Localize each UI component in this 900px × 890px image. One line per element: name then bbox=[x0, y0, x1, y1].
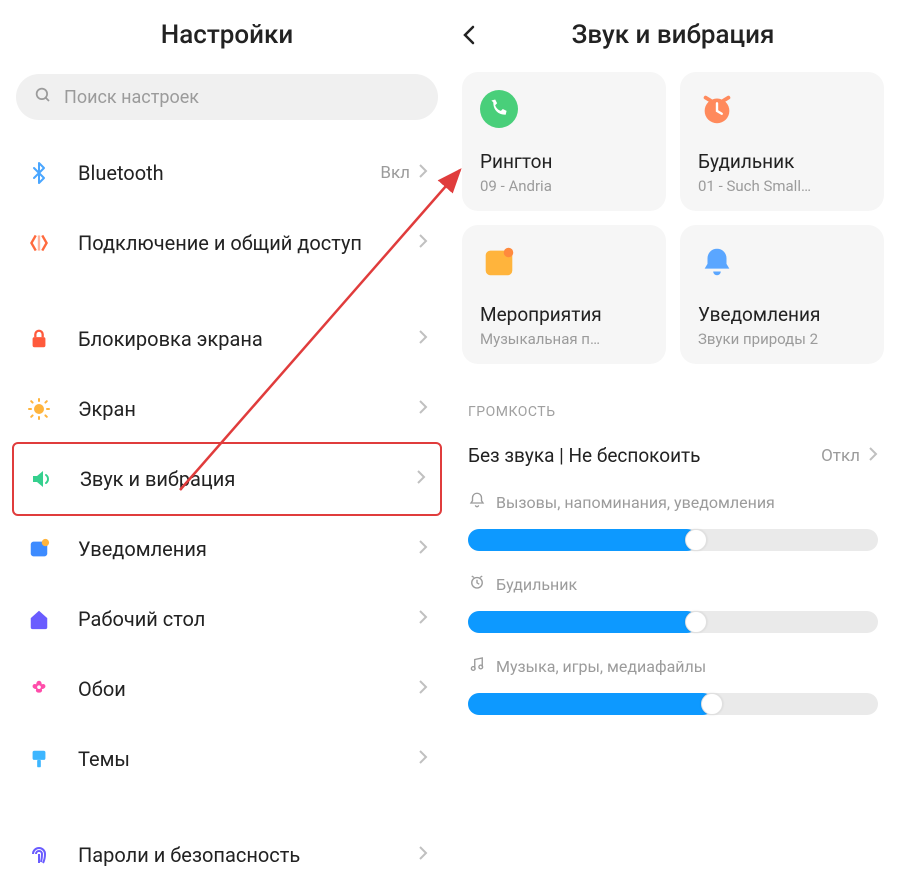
chevron-right-icon bbox=[418, 233, 428, 253]
page-title-sound: Звук и вибрация bbox=[496, 20, 850, 50]
volume-section-label: ГРОМКОСТЬ bbox=[458, 404, 888, 420]
card-subtitle: 09 - Andria bbox=[480, 177, 648, 195]
search-placeholder: Поиск настроек bbox=[64, 87, 199, 108]
volume-label: Вызовы, напоминания, уведомления bbox=[496, 493, 775, 512]
settings-item-lock-screen[interactable]: Блокировка экрана bbox=[12, 304, 442, 374]
lock-icon bbox=[22, 322, 56, 356]
volume-label: Музыка, игры, медиафайлы bbox=[496, 657, 706, 676]
silent-dnd-status: Откл bbox=[821, 446, 860, 466]
speaker-icon bbox=[24, 462, 58, 496]
volume-slider-alarm[interactable] bbox=[468, 607, 878, 637]
alarm-outline-icon bbox=[468, 573, 486, 595]
settings-item-connection-sharing[interactable]: Подключение и общий доступ bbox=[12, 208, 442, 278]
volume-slider-calls[interactable] bbox=[468, 525, 878, 555]
chevron-right-icon bbox=[868, 446, 878, 466]
settings-item-label: Подключение и общий доступ bbox=[78, 231, 418, 255]
settings-item-label: Bluetooth bbox=[78, 161, 380, 185]
card-events[interactable]: Мероприятия Музыкальная п… bbox=[462, 225, 666, 364]
chevron-right-icon bbox=[418, 845, 428, 865]
volume-slider-media[interactable] bbox=[468, 689, 878, 719]
alarm-clock-icon bbox=[698, 90, 866, 132]
settings-item-label: Пароли и безопасность bbox=[78, 843, 418, 867]
bell-icon bbox=[698, 243, 866, 285]
volume-calls: Вызовы, напоминания, уведомления bbox=[458, 491, 888, 573]
settings-item-label: Блокировка экрана bbox=[78, 327, 418, 351]
chevron-right-icon bbox=[418, 609, 428, 629]
settings-item-label: Обои bbox=[78, 677, 418, 701]
chevron-right-icon bbox=[418, 329, 428, 349]
sound-vibration-panel: Звук и вибрация Рингтон 09 - Andria Буди… bbox=[450, 0, 900, 875]
highlight-sound-vibration: Звук и вибрация bbox=[12, 442, 442, 516]
chevron-right-icon bbox=[418, 749, 428, 769]
silent-dnd-label: Без звука | Не беспокоить bbox=[468, 444, 821, 467]
card-subtitle: Музыкальная п… bbox=[480, 330, 648, 348]
card-ringtone[interactable]: Рингтон 09 - Andria bbox=[462, 72, 666, 211]
card-title: Будильник bbox=[698, 150, 866, 173]
settings-item-label: Темы bbox=[78, 747, 418, 771]
back-button[interactable] bbox=[462, 24, 496, 46]
sound-cards: Рингтон 09 - Andria Будильник 01 - Such … bbox=[458, 72, 888, 364]
chevron-right-icon bbox=[416, 469, 426, 489]
chevron-right-icon bbox=[418, 539, 428, 559]
settings-item-themes[interactable]: Темы bbox=[12, 724, 442, 794]
card-notifications-sound[interactable]: Уведомления Звуки природы 2 bbox=[680, 225, 884, 364]
page-title-settings: Настройки bbox=[12, 20, 442, 50]
brush-icon bbox=[22, 742, 56, 776]
chevron-right-icon bbox=[418, 679, 428, 699]
settings-item-sound-vibration[interactable]: Звук и вибрация bbox=[14, 444, 440, 514]
bluetooth-icon bbox=[22, 156, 56, 190]
settings-panel: Настройки Поиск настроек Bluetooth Вкл bbox=[0, 0, 450, 875]
card-title: Рингтон bbox=[480, 150, 648, 173]
card-subtitle: 01 - Such Small… bbox=[698, 177, 866, 195]
card-title: Мероприятия bbox=[480, 303, 648, 326]
notifications-icon bbox=[22, 532, 56, 566]
search-icon bbox=[34, 86, 52, 108]
settings-item-wallpaper[interactable]: Обои bbox=[12, 654, 442, 724]
card-title: Уведомления bbox=[698, 303, 866, 326]
volume-alarm: Будильник bbox=[458, 573, 888, 655]
settings-item-home-screen[interactable]: Рабочий стол bbox=[12, 584, 442, 654]
volume-label: Будильник bbox=[496, 575, 577, 594]
settings-item-label: Рабочий стол bbox=[78, 607, 418, 631]
music-note-icon bbox=[468, 655, 486, 677]
home-icon bbox=[22, 602, 56, 636]
volume-media: Музыка, игры, медиафайлы bbox=[458, 655, 888, 737]
settings-item-display[interactable]: Экран bbox=[12, 374, 442, 444]
settings-item-passwords-security[interactable]: Пароли и безопасность bbox=[12, 820, 442, 890]
settings-item-status: Вкл bbox=[380, 163, 410, 183]
sun-icon bbox=[22, 392, 56, 426]
settings-item-label: Звук и вибрация bbox=[80, 467, 416, 491]
card-alarm[interactable]: Будильник 01 - Such Small… bbox=[680, 72, 884, 211]
settings-list: Bluetooth Вкл Подключение и общий доступ bbox=[12, 138, 442, 890]
settings-item-label: Экран bbox=[78, 397, 418, 421]
settings-item-notifications[interactable]: Уведомления bbox=[12, 514, 442, 584]
settings-item-bluetooth[interactable]: Bluetooth Вкл bbox=[12, 138, 442, 208]
bell-outline-icon bbox=[468, 491, 486, 513]
flower-icon bbox=[22, 672, 56, 706]
fingerprint-icon bbox=[22, 838, 56, 872]
connection-sharing-icon bbox=[22, 226, 56, 260]
chevron-right-icon bbox=[418, 399, 428, 419]
settings-item-label: Уведомления bbox=[78, 537, 418, 561]
card-subtitle: Звуки природы 2 bbox=[698, 330, 866, 348]
silent-dnd-row[interactable]: Без звука | Не беспокоить Откл bbox=[458, 432, 888, 491]
calendar-icon bbox=[480, 243, 648, 285]
chevron-right-icon bbox=[418, 163, 428, 183]
search-input[interactable]: Поиск настроек bbox=[16, 74, 438, 120]
phone-icon bbox=[480, 90, 648, 132]
